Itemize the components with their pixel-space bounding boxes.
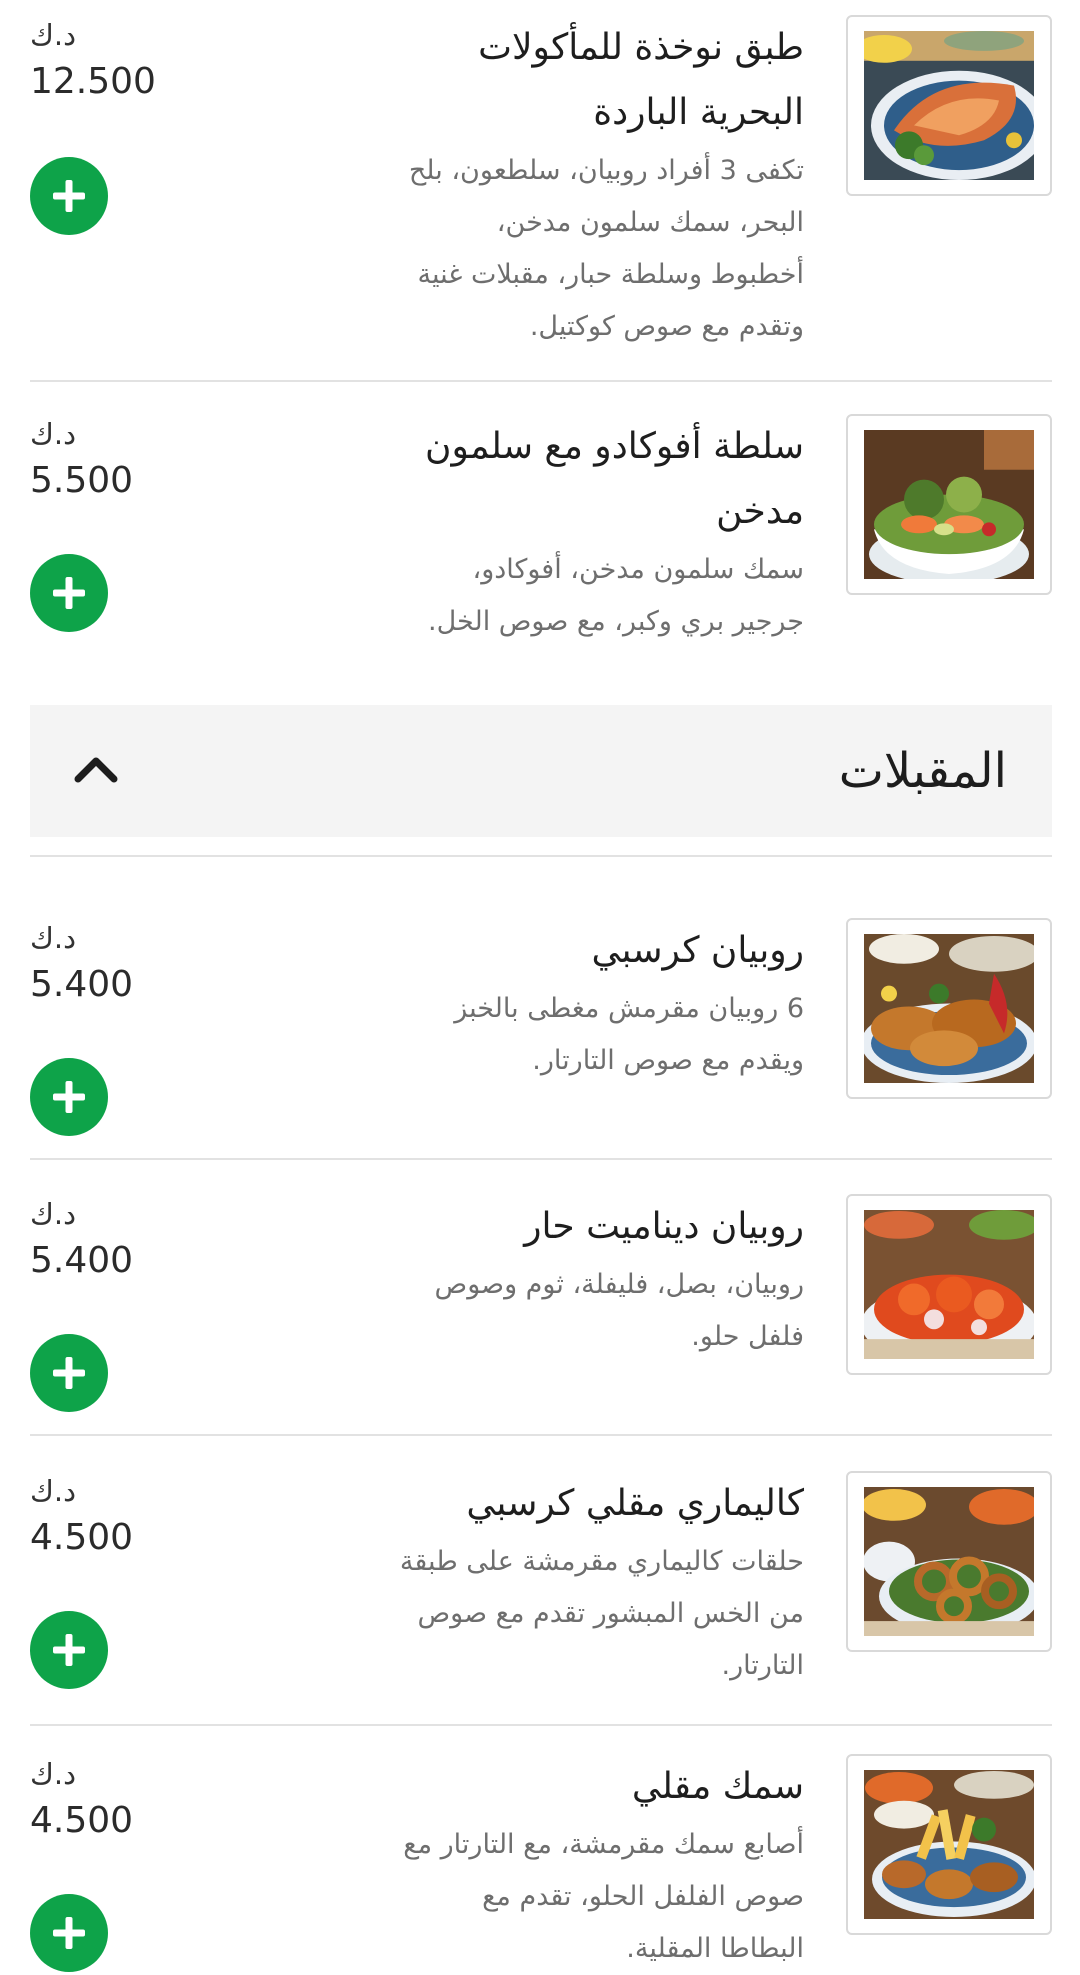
item-title: سمك مقلي [631, 1766, 804, 1807]
fried-calamari-photo [864, 1487, 1034, 1636]
currency-label: د.ك [30, 1197, 77, 1231]
item-description: سمك سلمون مدخن، أفوكادو، جرجير بري وكبر،… [428, 554, 804, 637]
divider [30, 855, 1052, 857]
price-block: د.ك 5.400 [30, 918, 230, 1010]
add-to-cart-button[interactable] [30, 1058, 108, 1136]
collapse-section-button[interactable] [70, 745, 122, 797]
item-info: روبيان كرسبي 6 روبيان مقرمش مغطى بالخبز … [284, 918, 804, 1087]
item-price: 5.400 [30, 1240, 134, 1281]
add-to-cart-button[interactable] [30, 1611, 108, 1689]
menu-item[interactable]: كاليماري مقلي كرسبي حلقات كاليماري مقرمش… [30, 1471, 1052, 1726]
price-block: د.ك 4.500 [30, 1471, 230, 1563]
item-description: حلقات كاليماري مقرمشة على طبقة من الخس ا… [399, 1546, 804, 1681]
divider [30, 1434, 1052, 1436]
seafood-platter-photo [864, 31, 1034, 180]
item-info: كاليماري مقلي كرسبي حلقات كاليماري مقرمش… [284, 1471, 804, 1692]
salmon-avocado-salad-photo [864, 430, 1034, 579]
currency-label: د.ك [30, 1757, 77, 1791]
item-info: روبيان ديناميت حار روبيان، بصل، فليفلة، … [284, 1194, 804, 1363]
item-title: روبيان ديناميت حار [524, 1206, 804, 1247]
plus-icon [53, 1081, 85, 1113]
plus-icon [53, 1357, 85, 1389]
item-price: 5.400 [30, 964, 134, 1005]
item-image[interactable] [846, 15, 1052, 196]
menu-item[interactable]: سمك مقلي أصابع سمك مقرمشة، مع التارتار م… [30, 1754, 1052, 1975]
price-block: د.ك 5.400 [30, 1194, 230, 1286]
divider [30, 380, 1052, 382]
item-price: 5.500 [30, 460, 134, 501]
item-image[interactable] [846, 1194, 1052, 1375]
item-title: روبيان كرسبي [591, 930, 804, 971]
plus-icon [53, 1917, 85, 1949]
item-info: سلطة أفوكادو مع سلمون مدخن سمك سلمون مدخ… [284, 414, 804, 648]
divider [30, 1724, 1052, 1726]
section-header-appetizers[interactable]: المقبلات [30, 705, 1052, 837]
dynamite-shrimp-photo [864, 1210, 1034, 1359]
item-description: تكفى 3 أفراد روبيان، سلطعون، بلح البحر، … [408, 155, 804, 342]
chevron-up-icon [74, 757, 118, 783]
item-image[interactable] [846, 414, 1052, 595]
item-price: 4.500 [30, 1517, 134, 1558]
price-block: د.ك 4.500 [30, 1754, 230, 1846]
add-to-cart-button[interactable] [30, 554, 108, 632]
item-image[interactable] [846, 1471, 1052, 1652]
item-info: طبق نوخذة للمأكولات البحرية الباردة تكفى… [284, 15, 804, 353]
section-title: المقبلات [838, 743, 1007, 799]
item-description: روبيان، بصل، فليفلة، ثوم وصوص فلفل حلو. [434, 1269, 804, 1352]
menu-page: طبق نوخذة للمأكولات البحرية الباردة تكفى… [0, 0, 1080, 1975]
crispy-shrimp-photo [864, 934, 1034, 1083]
item-image[interactable] [846, 918, 1052, 1099]
item-description: 6 روبيان مقرمش مغطى بالخبز ويقدم مع صوص … [454, 993, 804, 1076]
price-block: د.ك 12.500 [30, 15, 230, 107]
plus-icon [53, 577, 85, 609]
menu-item[interactable]: روبيان ديناميت حار روبيان، بصل، فليفلة، … [30, 1194, 1052, 1439]
plus-icon [53, 1634, 85, 1666]
item-title: سلطة أفوكادو مع سلمون مدخن [425, 426, 804, 532]
add-to-cart-button[interactable] [30, 1894, 108, 1972]
item-title: طبق نوخذة للمأكولات البحرية الباردة [478, 27, 804, 133]
price-block: د.ك 5.500 [30, 414, 230, 506]
item-price: 12.500 [30, 61, 156, 102]
menu-item[interactable]: طبق نوخذة للمأكولات البحرية الباردة تكفى… [30, 15, 1052, 385]
menu-item[interactable]: روبيان كرسبي 6 روبيان مقرمش مغطى بالخبز … [30, 918, 1052, 1163]
add-to-cart-button[interactable] [30, 157, 108, 235]
currency-label: د.ك [30, 921, 77, 955]
item-description: أصابع سمك مقرمشة، مع التارتار مع صوص الف… [403, 1829, 804, 1964]
item-title: كاليماري مقلي كرسبي [466, 1483, 804, 1524]
currency-label: د.ك [30, 417, 77, 451]
currency-label: د.ك [30, 1474, 77, 1508]
item-image[interactable] [846, 1754, 1052, 1935]
add-to-cart-button[interactable] [30, 1334, 108, 1412]
plus-icon [53, 180, 85, 212]
fried-fish-photo [864, 1770, 1034, 1919]
item-info: سمك مقلي أصابع سمك مقرمشة، مع التارتار م… [284, 1754, 804, 1975]
item-price: 4.500 [30, 1800, 134, 1841]
currency-label: د.ك [30, 18, 77, 52]
menu-item[interactable]: سلطة أفوكادو مع سلمون مدخن سمك سلمون مدخ… [30, 414, 1052, 664]
divider [30, 1158, 1052, 1160]
